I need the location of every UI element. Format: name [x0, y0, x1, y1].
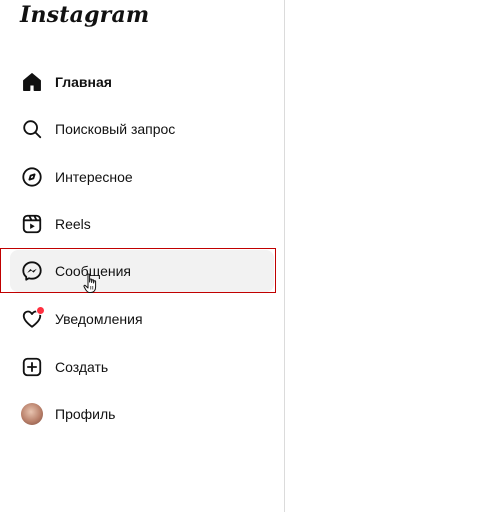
sidebar-item-create[interactable]: Создать — [10, 346, 274, 388]
sidebar-item-explore[interactable]: Интересное — [10, 156, 274, 198]
sidebar-item-label: Reels — [55, 216, 91, 232]
heart-icon — [20, 306, 45, 331]
compass-icon — [20, 165, 44, 189]
instagram-logo[interactable]: Instagram — [20, 2, 149, 28]
sidebar-item-reels[interactable]: Reels — [10, 203, 274, 245]
sidebar: Instagram Главная Поисковый запрос Интер… — [0, 0, 285, 512]
reels-icon — [20, 212, 44, 236]
sidebar-item-search[interactable]: Поисковый запрос — [10, 108, 274, 150]
hand-cursor-icon — [83, 273, 97, 293]
sidebar-item-notifications[interactable]: Уведомления — [10, 298, 274, 340]
avatar-wrapper — [20, 402, 44, 426]
avatar — [21, 403, 43, 425]
sidebar-item-label: Профиль — [55, 406, 116, 422]
sidebar-item-home[interactable]: Главная — [10, 61, 274, 103]
sidebar-item-label: Уведомления — [55, 311, 143, 327]
search-icon — [20, 117, 44, 141]
sidebar-item-label: Главная — [55, 74, 112, 90]
home-icon — [20, 70, 44, 94]
highlight-box — [0, 248, 276, 293]
sidebar-item-label: Создать — [55, 359, 109, 375]
plus-square-icon — [20, 355, 44, 379]
sidebar-item-profile[interactable]: Профиль — [10, 393, 274, 435]
notification-dot — [36, 306, 45, 315]
sidebar-item-label: Поисковый запрос — [55, 121, 176, 137]
sidebar-item-label: Интересное — [55, 169, 133, 185]
main-content-area — [286, 0, 482, 512]
